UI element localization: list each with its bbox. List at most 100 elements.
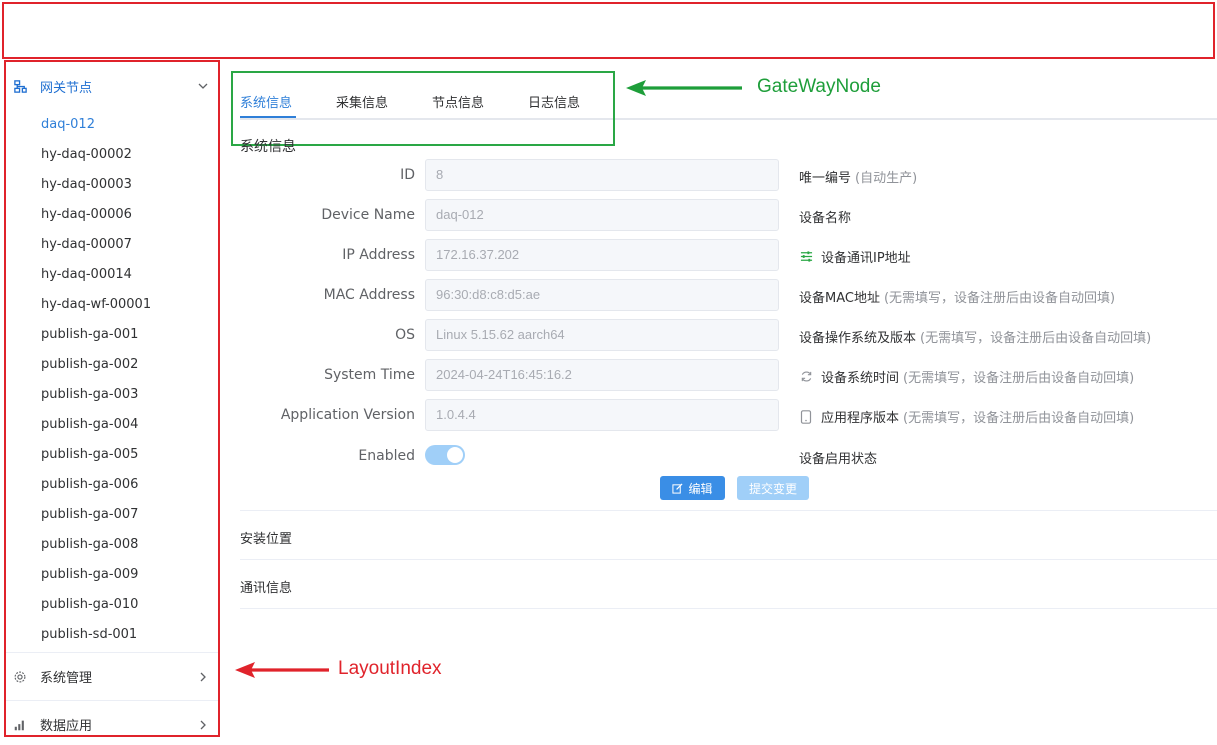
sidebar-node-item[interactable]: publish-ga-005 xyxy=(6,440,218,470)
comm-info-label: 通讯信息 xyxy=(240,581,293,596)
form-row-enabled: Enabled 设备启用状态 xyxy=(240,440,1217,472)
refresh-icon xyxy=(799,370,813,384)
menu-system-management[interactable]: 系统管理 xyxy=(6,652,218,700)
sidebar-node-item[interactable]: publish-sd-001 xyxy=(6,620,218,650)
collapse-install-location[interactable]: 安装位置 xyxy=(240,510,1217,558)
gear-icon xyxy=(12,669,28,685)
sidebar-node-item[interactable]: publish-ga-001 xyxy=(6,320,218,350)
id-desc-hint: (自动生产) xyxy=(855,171,918,186)
section-title: 系统信息 xyxy=(240,139,296,155)
os-field[interactable]: Linux 5.15.62 aarch64 xyxy=(425,319,779,351)
mac-address-field[interactable]: 96:30:d8:c8:d5:ae xyxy=(425,279,779,311)
ip-address-desc-text: 设备通讯IP地址 xyxy=(821,251,911,266)
tab-active-indicator xyxy=(240,116,296,118)
menu-system-management-label: 系统管理 xyxy=(40,671,93,686)
os-desc-hint: (无需填写，设备注册后由设备自动回填) xyxy=(920,331,1152,346)
gatewaynode-annotation: GateWayNode xyxy=(757,76,881,97)
sidebar-node-item[interactable]: hy-daq-00006 xyxy=(6,200,218,230)
chevron-right-icon xyxy=(196,718,210,732)
layoutindex-annotation: LayoutIndex xyxy=(338,658,442,679)
device-name-label: Device Name xyxy=(321,207,415,223)
enabled-toggle[interactable] xyxy=(425,445,465,465)
mac-address-desc-text: 设备MAC地址 xyxy=(799,291,880,306)
form-row-os: OS Linux 5.15.62 aarch64 设备操作系统及版本 (无需填写… xyxy=(240,319,1217,351)
system-time-field[interactable]: 2024-04-24T16:45:16.2 xyxy=(425,359,779,391)
id-field[interactable]: 8 xyxy=(425,159,779,191)
submit-changes-label: 提交变更 xyxy=(748,481,797,496)
bar-chart-icon xyxy=(12,717,28,733)
enabled-desc-text: 设备启用状态 xyxy=(799,452,878,467)
system-time-label: System Time xyxy=(324,367,415,383)
device-name-desc-text: 设备名称 xyxy=(799,211,852,226)
menu-data-application-label: 数据应用 xyxy=(40,719,93,734)
red-arrow-icon xyxy=(235,662,329,678)
sidebar-node-item[interactable]: hy-daq-wf-00001 xyxy=(6,290,218,320)
collapse-comm-info[interactable]: 通讯信息 xyxy=(240,559,1217,609)
sidebar-node-item[interactable]: publish-ga-002 xyxy=(6,350,218,380)
sidebar-node-item[interactable]: hy-daq-00002 xyxy=(6,140,218,170)
ip-address-label: IP Address xyxy=(342,247,415,263)
os-description: 设备操作系统及版本 (无需填写，设备注册后由设备自动回填) xyxy=(799,327,1151,346)
tab-system-info[interactable]: 系统信息 xyxy=(240,92,292,111)
menu-gateway-nodes[interactable]: 网关节点 xyxy=(6,62,218,110)
id-desc-text: 唯一编号 xyxy=(799,171,852,186)
os-desc-text: 设备操作系统及版本 xyxy=(799,331,917,346)
sidebar-node-item[interactable]: publish-ga-007 xyxy=(6,500,218,530)
ip-address-field[interactable]: 172.16.37.202 xyxy=(425,239,779,271)
device-name-field[interactable]: daq-012 xyxy=(425,199,779,231)
chevron-down-icon xyxy=(196,79,210,93)
app-version-label: Application Version xyxy=(280,407,415,423)
form-row-id: ID 8 唯一编号 (自动生产) xyxy=(240,159,1217,191)
ip-address-description: 设备通讯IP地址 xyxy=(799,247,911,266)
menu-data-application[interactable]: 数据应用 xyxy=(6,700,218,735)
sidebar-node-item[interactable]: hy-daq-00014 xyxy=(6,260,218,290)
install-location-label: 安装位置 xyxy=(240,532,293,547)
sidebar-node-item[interactable]: publish-ga-009 xyxy=(6,560,218,590)
tab-collection-info[interactable]: 采集信息 xyxy=(336,92,388,111)
menu-gateway-nodes-label: 网关节点 xyxy=(40,80,93,96)
sidebar-node-item[interactable]: hy-daq-00007 xyxy=(6,230,218,260)
sliders-icon xyxy=(799,250,813,264)
chevron-right-icon xyxy=(196,670,210,684)
form-row-system-time: System Time 2024-04-24T16:45:16.2 设备系统时间… xyxy=(240,359,1217,391)
edit-icon xyxy=(672,482,683,494)
enabled-toggle-knob xyxy=(447,447,463,463)
app-version-desc-text: 应用程序版本 xyxy=(821,411,900,426)
device-name-description: 设备名称 xyxy=(799,207,851,226)
header-region xyxy=(2,2,1215,59)
sidebar-node-item[interactable]: publish-ga-003 xyxy=(6,380,218,410)
sidebar-node-item[interactable]: hy-daq-00003 xyxy=(6,170,218,200)
tab-node-info[interactable]: 节点信息 xyxy=(432,92,484,111)
submit-changes-button[interactable]: 提交变更 xyxy=(737,476,809,500)
id-description: 唯一编号 (自动生产) xyxy=(799,167,917,186)
mobile-icon xyxy=(799,409,813,424)
form-row-app-version: Application Version 1.0.4.4 应用程序版本 (无需填写… xyxy=(240,399,1217,431)
sidebar-node-item[interactable]: publish-ga-008 xyxy=(6,530,218,560)
app-version-desc-hint: (无需填写，设备注册后由设备自动回填) xyxy=(903,411,1135,426)
edit-button[interactable]: 编辑 xyxy=(660,476,725,500)
edit-button-label: 编辑 xyxy=(688,481,713,496)
form-row-mac-address: MAC Address 96:30:d8:c8:d5:ae 设备MAC地址 (无… xyxy=(240,279,1217,311)
app-version-description: 应用程序版本 (无需填写，设备注册后由设备自动回填) xyxy=(799,407,1134,426)
enabled-label: Enabled xyxy=(358,448,415,464)
sidebar-node-item[interactable]: publish-ga-010 xyxy=(6,590,218,620)
gateway-node-list: daq-012 hy-daq-00002 hy-daq-00003 hy-daq-00… xyxy=(6,110,218,650)
sidebar-node-item[interactable]: publish-ga-004 xyxy=(6,410,218,440)
sidebar: 网关节点 daq-012 hy-daq-00002 hy-daq-00003 hy-d… xyxy=(4,60,220,737)
id-label: ID xyxy=(400,167,415,183)
mac-address-desc-hint: (无需填写，设备注册后由设备自动回填) xyxy=(883,291,1116,306)
mac-address-description: 设备MAC地址 (无需填写，设备注册后由设备自动回填) xyxy=(799,287,1115,306)
enabled-description: 设备启用状态 xyxy=(799,448,877,467)
app-version-field[interactable]: 1.0.4.4 xyxy=(425,399,779,431)
mac-address-label: MAC Address xyxy=(323,287,415,303)
form-row-device-name: Device Name daq-012 设备名称 xyxy=(240,199,1217,231)
tab-log-info[interactable]: 日志信息 xyxy=(528,92,580,111)
sitemap-icon xyxy=(12,78,28,94)
sidebar-node-item[interactable]: publish-ga-006 xyxy=(6,470,218,500)
system-time-description: 设备系统时间 (无需填写，设备注册后由设备自动回填) xyxy=(799,367,1134,386)
sidebar-node-item[interactable]: daq-012 xyxy=(6,110,218,140)
green-arrow-icon xyxy=(626,80,742,96)
os-label: OS xyxy=(395,327,415,343)
system-time-desc-text: 设备系统时间 xyxy=(821,371,900,386)
form-row-ip-address: IP Address 172.16.37.202 设备通讯IP地址 xyxy=(240,239,1217,271)
